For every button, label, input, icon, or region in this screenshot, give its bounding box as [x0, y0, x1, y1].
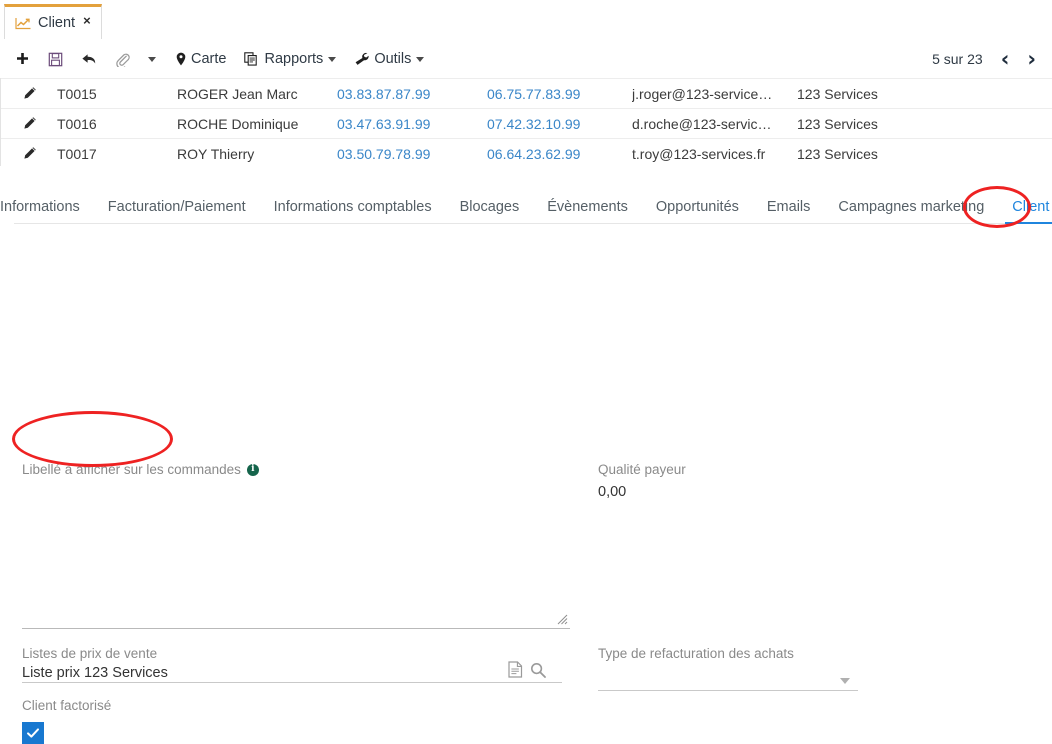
next-record-button[interactable]: ›: [1027, 48, 1036, 70]
new-record-button[interactable]: [6, 40, 39, 78]
client-factorise-checkbox[interactable]: [22, 722, 44, 744]
tab-evenements[interactable]: Évènements: [547, 199, 628, 224]
qualite-payeur-field: Qualité payeur 0,00: [598, 462, 686, 500]
document-icon[interactable]: [508, 661, 523, 678]
paperclip-icon: [116, 53, 130, 67]
toolbar-more-button[interactable]: [139, 40, 165, 78]
resize-grip-icon[interactable]: [557, 614, 568, 625]
pencil-icon: [23, 117, 36, 129]
cell-phone-mobile[interactable]: 06.64.23.62.99: [487, 146, 632, 162]
save-button[interactable]: [39, 40, 72, 78]
close-icon[interactable]: ×: [83, 14, 91, 27]
client-factorise-field: Client factorisé: [22, 698, 111, 744]
row-edit-button[interactable]: [1, 146, 57, 161]
pencil-icon: [23, 87, 36, 99]
tab-blocages[interactable]: Blocages: [460, 199, 520, 224]
pencil-icon: [23, 147, 36, 159]
libelle-commandes-label-group: Libellé à afficher sur les commandes i: [22, 462, 259, 477]
floppy-disk-icon: [48, 52, 63, 66]
qualite-payeur-value: 0,00: [598, 484, 627, 500]
attachment-button[interactable]: [106, 40, 139, 78]
listes-prix-field: Listes de prix de vente Liste prix 123 S…: [22, 646, 562, 683]
cell-name: ROGER Jean Marc: [177, 85, 298, 102]
document-tab-strip: Client ×: [0, 0, 1052, 41]
cell-company: 123 Services: [797, 115, 878, 132]
tab-client[interactable]: Client: [1005, 199, 1052, 224]
table-row[interactable]: T0016 ROCHE Dominique 03.47.63.91.99 07.…: [1, 109, 1052, 139]
toolbar-left-group: Carte Rapports Outils: [6, 40, 433, 78]
tab-informations-comptables[interactable]: Informations comptables: [274, 199, 432, 224]
cell-code: T0016: [57, 115, 97, 132]
carte-label: Carte: [191, 51, 227, 67]
tab-campagnes-marketing[interactable]: Campagnes marketing: [838, 199, 984, 224]
cell-phone-mobile[interactable]: 07.42.32.10.99: [487, 116, 632, 132]
results-grid: T0015 ROGER Jean Marc 03.83.87.87.99 06.…: [0, 78, 1052, 166]
document-tab-label: Client: [38, 15, 76, 31]
undo-button[interactable]: [72, 40, 106, 78]
tab-opportunites[interactable]: Opportunités: [656, 199, 739, 224]
client-factorise-label: Client factorisé: [22, 698, 112, 713]
field-underline: [22, 682, 562, 683]
map-pin-icon: [176, 52, 186, 66]
detail-tab-bar: Informations Facturation/Paiement Inform…: [0, 188, 1052, 224]
cell-code: T0015: [57, 85, 97, 102]
application-window: Client × Carte Rapports Outils 5 sur 23 …: [0, 0, 1052, 744]
qualite-payeur-label: Qualité payeur: [598, 462, 686, 477]
carte-button[interactable]: Carte: [167, 40, 235, 78]
pager-position-text: 5 sur 23: [932, 51, 983, 67]
libelle-commandes-textarea[interactable]: [22, 484, 570, 629]
table-row[interactable]: T0015 ROGER Jean Marc 03.83.87.87.99 06.…: [1, 78, 1052, 109]
chevron-down-icon: [416, 56, 425, 62]
plus-icon: [17, 52, 28, 64]
cell-phone-mobile[interactable]: 06.75.77.83.99: [487, 86, 632, 102]
main-toolbar: Carte Rapports Outils 5 sur 23 ‹ ›: [0, 40, 1052, 79]
previous-record-button[interactable]: ‹: [1001, 48, 1010, 70]
tab-informations[interactable]: Informations: [0, 199, 80, 224]
cell-email: t.roy@123-services.fr: [632, 145, 766, 162]
cell-email: d.roche@123-servic…: [632, 115, 772, 132]
chevron-down-icon: [840, 678, 850, 684]
cell-phone-landline[interactable]: 03.83.87.87.99: [337, 86, 487, 102]
listes-prix-input[interactable]: Liste prix 123 Services: [22, 665, 562, 681]
cell-name: ROY Thierry: [177, 145, 255, 162]
chevron-down-icon: [328, 56, 337, 62]
chevron-down-icon: [148, 56, 156, 62]
reports-copy-icon: [244, 52, 258, 66]
wrench-icon: [355, 52, 369, 65]
cell-email: j.roger@123-service…: [632, 85, 773, 102]
outils-button[interactable]: Outils: [345, 40, 433, 78]
client-form: Libellé à afficher sur les commandes i Q…: [0, 228, 1052, 744]
listes-prix-label: Listes de prix de vente: [22, 646, 158, 661]
search-icon[interactable]: [530, 662, 546, 678]
libelle-commandes-label: Libellé à afficher sur les commandes: [22, 462, 241, 477]
row-edit-button[interactable]: [1, 116, 57, 131]
cell-code: T0017: [57, 145, 97, 162]
type-refacturation-field: Type de refacturation des achats: [598, 646, 858, 691]
cell-phone-landline[interactable]: 03.47.63.91.99: [337, 116, 487, 132]
type-refacturation-label: Type de refacturation des achats: [598, 646, 794, 661]
record-pager: 5 sur 23 ‹ ›: [932, 40, 1036, 78]
cell-phone-landline[interactable]: 03.50.79.78.99: [337, 146, 487, 162]
type-refacturation-select[interactable]: [598, 668, 858, 691]
outils-label: Outils: [374, 51, 412, 67]
tab-emails[interactable]: Emails: [767, 199, 811, 224]
cell-company: 123 Services: [797, 145, 878, 162]
undo-arrow-icon: [82, 53, 96, 63]
info-icon[interactable]: i: [246, 463, 259, 476]
rapports-label: Rapports: [264, 51, 324, 67]
row-edit-button[interactable]: [1, 86, 57, 101]
tab-facturation-paiement[interactable]: Facturation/Paiement: [108, 199, 246, 224]
chart-line-icon: [15, 17, 31, 29]
document-tab-client[interactable]: Client ×: [4, 4, 102, 39]
listes-prix-actions: [508, 661, 546, 678]
cell-name: ROCHE Dominique: [177, 115, 299, 132]
table-row[interactable]: T0017 ROY Thierry 03.50.79.78.99 06.64.2…: [1, 139, 1052, 166]
rapports-button[interactable]: Rapports: [235, 40, 345, 78]
cell-company: 123 Services: [797, 85, 878, 102]
check-icon: [27, 728, 39, 738]
